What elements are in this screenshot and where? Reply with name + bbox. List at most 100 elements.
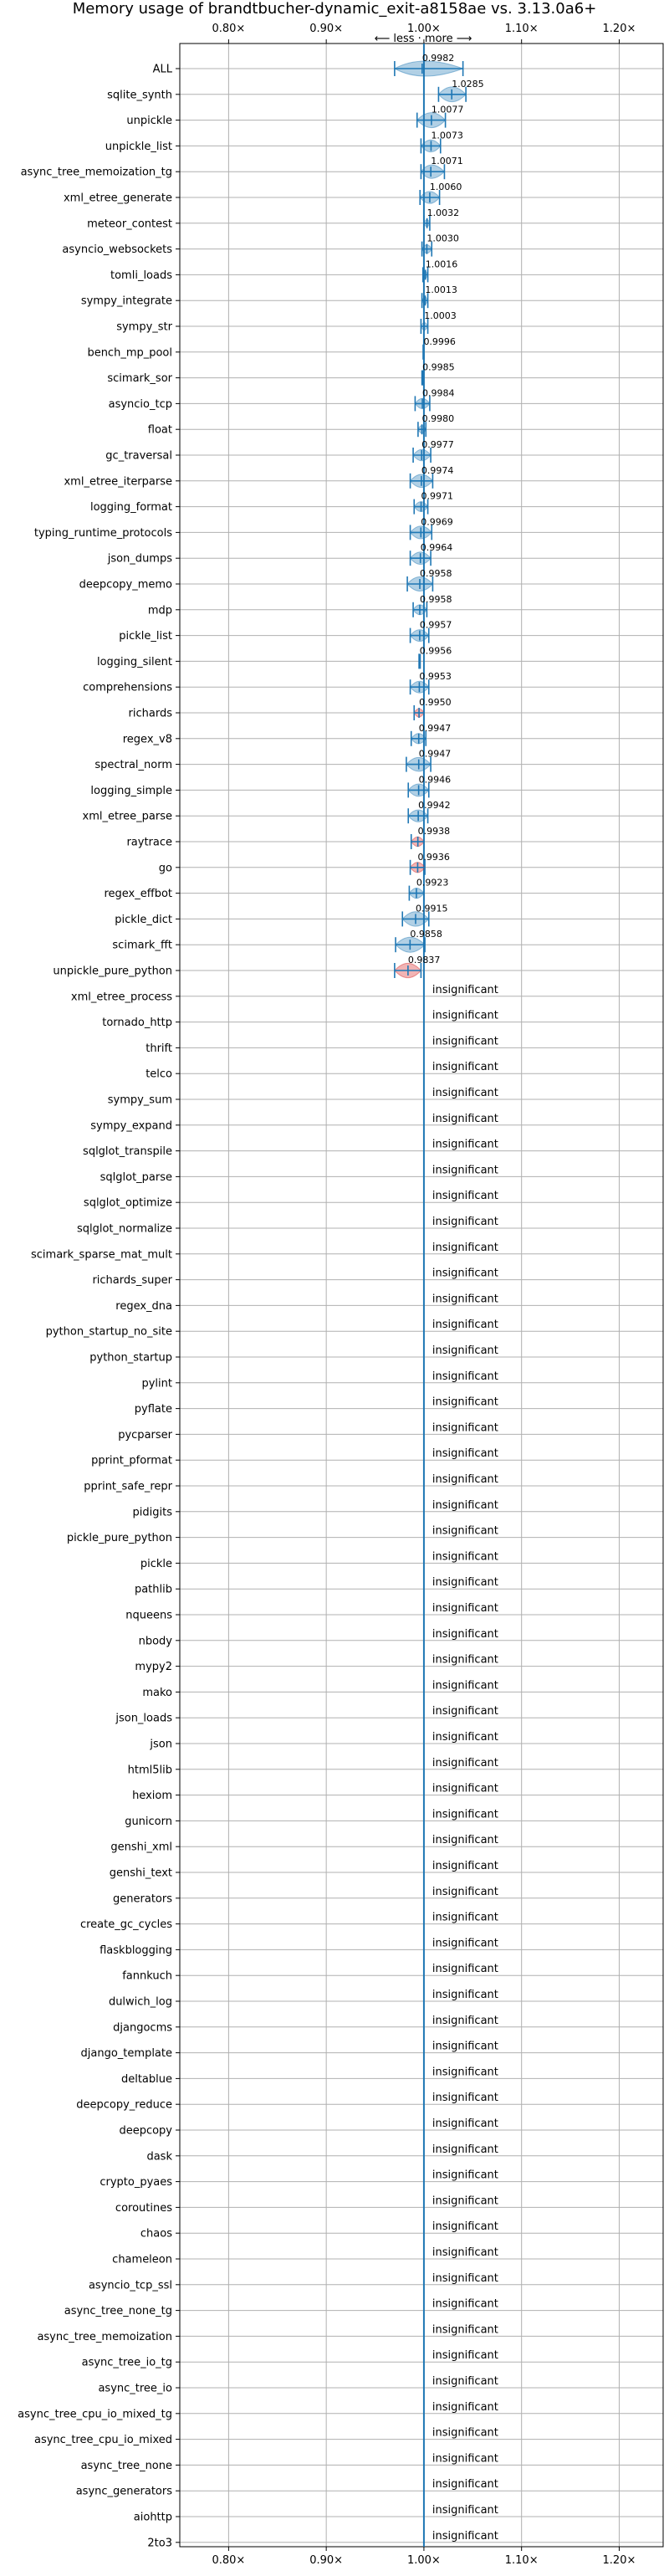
category-label: sympy_sum [108, 1094, 172, 1107]
category-label: async_tree_cpu_io_mixed [34, 2434, 172, 2446]
category-label: pickle_list [119, 630, 172, 643]
category-label: sqlglot_transpile [83, 1145, 172, 1158]
value-label: 0.9938 [418, 826, 450, 837]
insignificant-label: insignificant [432, 1499, 498, 1512]
insignificant-label: insignificant [432, 1783, 498, 1795]
category-label: pathlib [135, 1584, 172, 1596]
category-label: scimark_fft [112, 940, 172, 952]
insignificant-label: insignificant [432, 1216, 498, 1228]
category-label: hexiom [132, 1790, 172, 1802]
category-label: pickle [140, 1558, 172, 1570]
category-label: telco [146, 1068, 172, 1081]
category-label: ALL [153, 64, 173, 76]
value-label: 0.9936 [417, 852, 449, 863]
category-label: async_tree_io [98, 2383, 172, 2395]
category-label: go [159, 862, 172, 874]
category-label: logging_silent [97, 656, 172, 668]
x-tick-label-bottom: 1.20× [603, 2554, 636, 2567]
category-label: scimark_sparse_mat_mult [31, 1248, 172, 1261]
insignificant-label: insignificant [432, 1087, 498, 1099]
value-label: 1.0077 [432, 105, 464, 115]
chart-title: Memory usage of brandtbucher-dynamic_exi… [73, 0, 597, 18]
insignificant-label: insignificant [432, 2041, 498, 2053]
x-tick-label-top: 0.90× [309, 23, 343, 35]
category-label: xml_etree_generate [64, 192, 172, 205]
category-label: json_loads [115, 1713, 172, 1725]
value-label: 0.9947 [419, 749, 451, 760]
category-label: chaos [140, 2228, 172, 2241]
insignificant-label: insignificant [432, 2478, 498, 2491]
insignificant-label: insignificant [432, 1113, 498, 1125]
category-label: sympy_str [116, 321, 172, 334]
category-label: create_gc_cycles [80, 1918, 172, 1931]
insignificant-label: insignificant [432, 984, 498, 996]
insignificant-label: insignificant [432, 1525, 498, 1538]
insignificant-label: insignificant [432, 1602, 498, 1615]
category-label: unpickle_pure_python [53, 965, 172, 978]
category-label: nbody [139, 1635, 173, 1647]
value-label: 1.0030 [426, 233, 459, 244]
insignificant-label: insignificant [432, 1344, 498, 1357]
insignificant-label: insignificant [432, 1319, 498, 1331]
category-label: async_tree_memoization [37, 2331, 172, 2343]
category-label: genshi_xml [110, 1841, 172, 1854]
x-tick-label-bottom: 0.90× [309, 2554, 343, 2567]
category-label: meteor_contest [87, 218, 172, 230]
insignificant-label: insignificant [432, 1576, 498, 1589]
category-label: pylint [141, 1377, 172, 1390]
insignificant-label: insignificant [432, 1242, 498, 1254]
value-label: 0.9947 [419, 723, 451, 734]
category-label: asyncio_tcp_ssl [89, 2279, 172, 2292]
category-label: async_tree_none [81, 2460, 172, 2472]
value-label: 0.9923 [416, 878, 449, 889]
insignificant-label: insignificant [432, 2220, 498, 2233]
category-label: nqueens [125, 1610, 172, 1622]
category-label: regex_v8 [123, 733, 172, 745]
category-label: logging_simple [90, 785, 172, 797]
category-label: asyncio_tcp [109, 398, 172, 411]
insignificant-label: insignificant [432, 1963, 498, 1975]
category-label: pyflate [135, 1403, 172, 1416]
value-label: 0.9974 [421, 465, 454, 476]
insignificant-label: insignificant [432, 1293, 498, 1305]
insignificant-label: insignificant [432, 1808, 498, 1821]
x-tick-label-bottom: 0.80× [212, 2554, 245, 2567]
value-label: 0.9957 [420, 620, 452, 631]
insignificant-label: insignificant [432, 1061, 498, 1073]
insignificant-label: insignificant [432, 1860, 498, 1872]
category-label: async_tree_memoization_tg [21, 166, 172, 179]
category-label: raytrace [126, 837, 172, 849]
value-label: 0.9980 [422, 413, 455, 424]
category-label: regex_effbot [104, 888, 172, 900]
insignificant-label: insignificant [432, 2194, 498, 2207]
insignificant-label: insignificant [432, 1679, 498, 1692]
value-label: 1.0032 [427, 207, 460, 218]
category-label: async_tree_cpu_io_mixed_tg [18, 2408, 172, 2420]
category-label: aiohttp [134, 2512, 172, 2524]
memory-usage-chart: Memory usage of brandtbucher-dynamic_exi… [18, 0, 664, 2567]
x-tick-label-top: 1.10× [505, 23, 539, 35]
category-label: generators [113, 1892, 172, 1905]
insignificant-label: insignificant [432, 1834, 498, 1846]
category-label: 2to3 [147, 2537, 172, 2549]
value-label: 0.9984 [422, 387, 455, 398]
value-label: 0.9985 [422, 362, 455, 373]
insignificant-label: insignificant [432, 1654, 498, 1667]
insignificant-label: insignificant [432, 2323, 498, 2336]
insignificant-label: insignificant [432, 2246, 498, 2259]
value-label: 0.9953 [419, 671, 452, 682]
category-label: dulwich_log [109, 1996, 172, 2009]
category-label: asyncio_websockets [62, 243, 172, 256]
category-label: richards [129, 708, 173, 720]
category-label: coroutines [115, 2202, 172, 2215]
insignificant-label: insignificant [432, 2118, 498, 2130]
category-label: pprint_safe_repr [84, 1481, 172, 1493]
insignificant-label: insignificant [432, 1035, 498, 1047]
value-label: 0.9837 [408, 955, 441, 965]
category-label: regex_dna [115, 1300, 172, 1313]
x-tick-label-bottom: 1.10× [505, 2554, 539, 2567]
insignificant-label: insignificant [432, 1912, 498, 1924]
value-label: 1.0016 [426, 259, 458, 269]
category-label: sympy_integrate [81, 295, 172, 308]
category-label: genshi_text [110, 1867, 172, 1880]
